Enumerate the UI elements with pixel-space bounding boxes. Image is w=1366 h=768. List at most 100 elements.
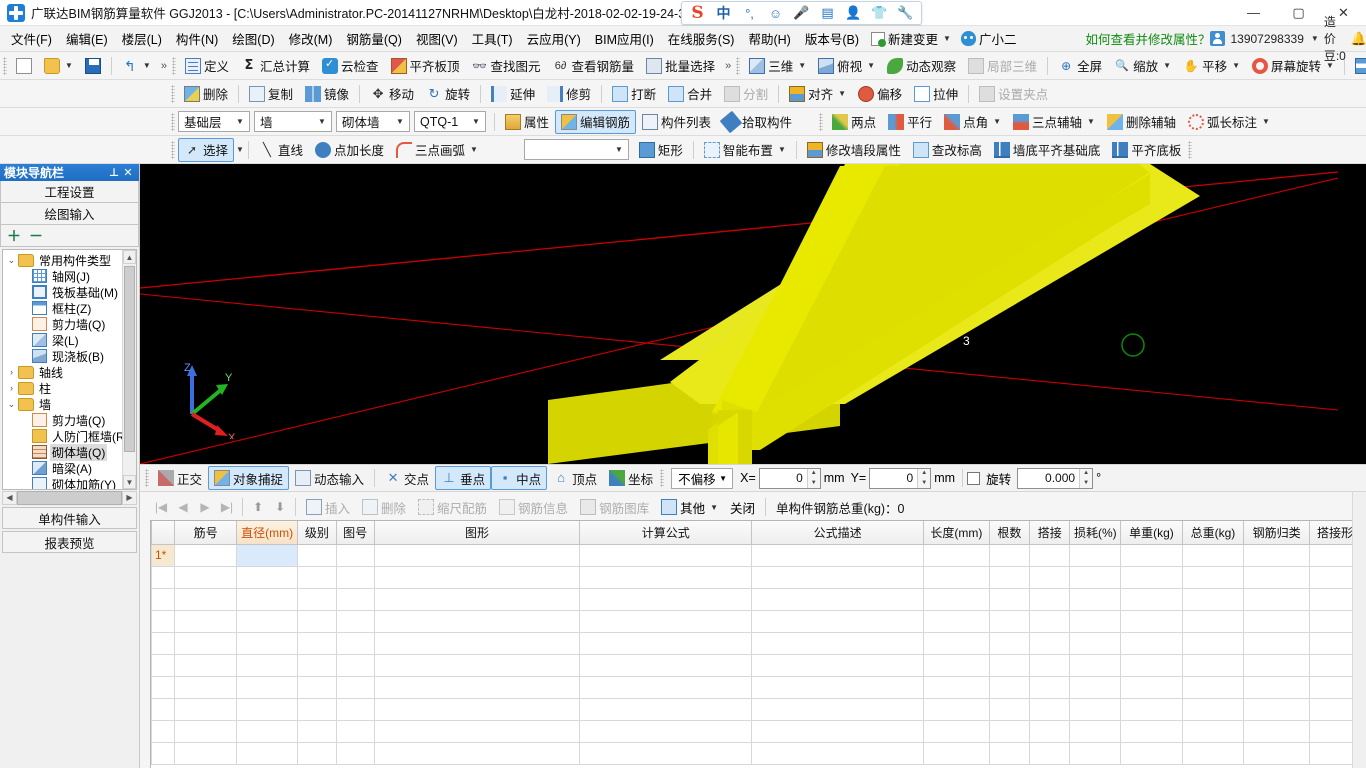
tree-item-砌体墙q[interactable]: 砌体墙(Q) — [3, 444, 122, 460]
two-point-axis-button[interactable]: 两点 — [826, 110, 882, 134]
cell-损耗(%)[interactable] — [1070, 544, 1121, 566]
save-button[interactable] — [79, 54, 107, 78]
scaled-rebar-button[interactable]: 缩尺配筋 — [412, 496, 493, 518]
cell-图形[interactable] — [374, 544, 580, 566]
column-header-搭接[interactable]: 搭接 — [1030, 521, 1070, 544]
draw-extra-select[interactable]: ▼ — [524, 139, 629, 160]
rebar-library-button[interactable]: 钢筋图库 — [574, 496, 655, 518]
rotate-button[interactable]: ↻旋转 — [420, 82, 476, 106]
cell-计算公式[interactable] — [580, 544, 752, 566]
cell-筋号[interactable] — [175, 544, 237, 566]
rotate-checkbox[interactable] — [967, 472, 980, 485]
report-preview-button[interactable]: 报表预览 — [2, 531, 137, 553]
extend-button[interactable]: 延伸 — [485, 82, 541, 106]
rebar-grid-container[interactable]: 筋号直径(mm)级别图号图形计算公式公式描述长度(mm)根数搭接损耗(%)单重(… — [150, 520, 1362, 768]
perpendicular-snap-toggle[interactable]: ⊥垂点 — [435, 466, 491, 490]
new-file-button[interactable] — [10, 54, 38, 78]
menu-online-service[interactable]: 在线服务(S) — [661, 26, 742, 51]
assistant-button[interactable]: 广小二 — [956, 27, 1022, 50]
member-list-button[interactable]: 构件列表 — [636, 110, 717, 134]
ime-punctuation-icon[interactable]: °, — [737, 3, 762, 23]
new-change-button[interactable]: 新建变更 ▼ — [866, 27, 956, 50]
view-3d-button[interactable]: 三维▼ — [743, 54, 812, 78]
chevron-down-icon[interactable]: ▼ — [943, 34, 951, 43]
offset-button[interactable]: 偏移 — [852, 82, 908, 106]
rotate-stepper[interactable]: ▲▼ — [1079, 469, 1092, 488]
tree-item-常用构件类型[interactable]: ⌄常用构件类型 — [3, 252, 122, 268]
next-record-button[interactable]: ▶ — [194, 496, 216, 518]
edit-wall-segment-button[interactable]: 修改墙段属性 — [801, 138, 907, 162]
zoom-button[interactable]: 🔍缩放▼ — [1108, 54, 1177, 78]
prev-record-button[interactable]: ◀ — [172, 496, 194, 518]
x-offset-up-icon[interactable]: ▲ — [808, 469, 820, 479]
column-header-图形[interactable]: 图形 — [374, 521, 580, 544]
copy-button[interactable]: 复制 — [243, 82, 299, 106]
tree-item-剪力墙q[interactable]: 剪力墙(Q) — [3, 316, 122, 332]
tree-horizontal-scrollbar[interactable]: ◀ ▶ — [2, 490, 137, 505]
tree-item-暗梁a[interactable]: 暗梁(A) — [3, 460, 122, 476]
break-button[interactable]: 打断 — [606, 82, 662, 106]
tree-item-墙[interactable]: ⌄墙 — [3, 396, 122, 412]
row-marker[interactable]: 1* — [152, 544, 175, 566]
ime-user-icon[interactable]: 👤 — [841, 3, 866, 23]
menu-member[interactable]: 构件(N) — [169, 26, 225, 51]
table-row[interactable]: 1* — [152, 544, 1361, 566]
floor-select[interactable]: 基础层 ▼ — [178, 111, 250, 132]
tree-item-人防门框墙rf[interactable]: 人防门框墙(RF — [3, 428, 122, 444]
options-bar-grip[interactable] — [145, 469, 149, 487]
dynamic-input-toggle[interactable]: 动态输入 — [289, 466, 370, 490]
drawing-input-button[interactable]: 绘图输入 — [0, 203, 139, 225]
line-tool-button[interactable]: ╲直线 — [253, 138, 309, 162]
other-button[interactable]: 其他▼ — [655, 496, 724, 518]
options-bar-grip-2[interactable] — [660, 469, 664, 487]
find-element-button[interactable]: 👓查找图元 — [466, 54, 547, 78]
toolbar-edit-grip[interactable] — [171, 85, 175, 103]
undo-chevron-down-icon[interactable]: ▼ — [143, 61, 151, 70]
parallel-axis-button[interactable]: 平行 — [882, 110, 938, 134]
ime-keyboard-icon[interactable]: ▤ — [815, 3, 840, 23]
y-offset-stepper[interactable]: ▲▼ — [917, 469, 930, 488]
cell-级别[interactable] — [298, 544, 336, 566]
rectangle-tool-button[interactable]: 矩形 — [633, 138, 689, 162]
ime-emoji-icon[interactable]: ☺ — [763, 3, 788, 23]
cell-钢筋归类[interactable] — [1244, 544, 1310, 566]
merge-button[interactable]: 合并 — [662, 82, 718, 106]
tree-item-柱[interactable]: ›柱 — [3, 380, 122, 396]
column-header-筋号[interactable]: 筋号 — [175, 521, 237, 544]
toolbar-grip[interactable] — [3, 57, 7, 75]
toolbar-member-grip[interactable] — [171, 113, 175, 131]
column-header-row-marker[interactable] — [152, 521, 175, 544]
rotate-up-icon[interactable]: ▲ — [1080, 469, 1092, 479]
align-chevron-down-icon[interactable]: ▼ — [838, 89, 846, 98]
rotate-down-icon[interactable]: ▼ — [1080, 478, 1092, 488]
x-offset-input[interactable]: 0 ▲▼ — [759, 468, 821, 489]
tree-item-剪力墙q[interactable]: 剪力墙(Q) — [3, 412, 122, 428]
ime-skin-icon[interactable]: 👕 — [867, 3, 892, 23]
tree-hscroll-track[interactable] — [17, 491, 122, 505]
delete-button[interactable]: 删除 — [178, 82, 234, 106]
x-offset-stepper[interactable]: ▲▼ — [807, 469, 820, 488]
align-bottom-slab-button[interactable]: 平齐底板 — [1106, 138, 1187, 162]
align-slab-top-button[interactable]: 平齐板顶 — [385, 54, 466, 78]
open-file-button[interactable]: ▼ — [38, 54, 79, 78]
check-elevation-button[interactable]: 查改标高 — [907, 138, 988, 162]
menu-cloud-app[interactable]: 云应用(Y) — [520, 26, 588, 51]
menu-edit[interactable]: 编辑(E) — [59, 26, 115, 51]
menu-bim-app[interactable]: BIM应用(I) — [588, 26, 661, 51]
tree-scroll-left-button[interactable]: ◀ — [2, 491, 17, 505]
column-header-单重(kg)[interactable]: 单重(kg) — [1121, 521, 1183, 544]
y-offset-input[interactable]: 0 ▲▼ — [869, 468, 931, 489]
chevron-down-icon[interactable]: ⌄ — [5, 399, 18, 410]
nav-close-icon[interactable]: ✕ — [121, 166, 135, 179]
wall-bottom-align-button[interactable]: 墙底平齐基础底 — [988, 138, 1107, 162]
batch-select-button[interactable]: 批量选择 — [640, 54, 721, 78]
three-point-chevron-down-icon[interactable]: ▼ — [1087, 117, 1095, 126]
align-button[interactable]: 对齐▼ — [783, 82, 852, 106]
rebar-panel-vertical-scrollbar[interactable] — [1352, 492, 1366, 768]
fullscreen-button[interactable]: ⊕全屏 — [1052, 54, 1108, 78]
x-offset-down-icon[interactable]: ▼ — [808, 478, 820, 488]
y-offset-down-icon[interactable]: ▼ — [918, 478, 930, 488]
mirror-button[interactable]: 镜像 — [299, 82, 355, 106]
insert-row-button[interactable]: 插入 — [300, 496, 356, 518]
delete-aux-axis-button[interactable]: 删除辅轴 — [1101, 110, 1182, 134]
